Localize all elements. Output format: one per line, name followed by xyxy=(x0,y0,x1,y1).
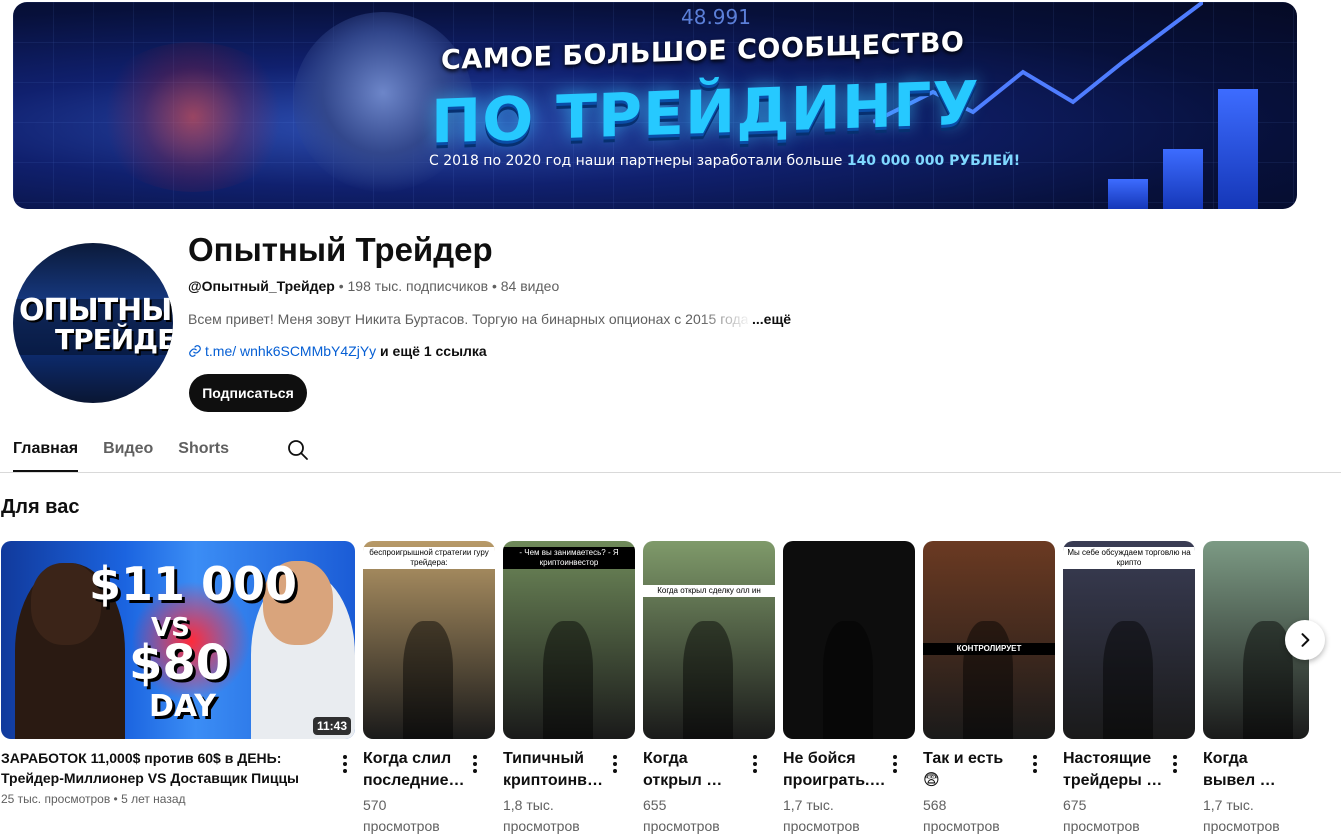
channel-title: Опытный Трейдер xyxy=(188,231,493,268)
banner-subline-text: С 2018 по 2020 год наши партнеры заработ… xyxy=(429,153,843,169)
thumb-text: $11 000 xyxy=(89,557,298,611)
short-views: 1,7 тыс. просмотров xyxy=(783,797,860,834)
banner-glow xyxy=(93,42,293,192)
thumb-text: DAY xyxy=(149,689,216,724)
short-caption: Мы себе обсуждаем торговлю на крипто xyxy=(1063,547,1195,569)
short-figure xyxy=(403,621,453,739)
short-figure xyxy=(963,621,1013,739)
video-title[interactable]: ЗАРАБОТОК 11,000$ против 60$ в ДЕНЬ: Тре… xyxy=(1,748,301,788)
link-icon xyxy=(189,345,201,357)
avatar-text-line2: ТРЕЙДЕР xyxy=(55,323,173,356)
more-actions-icon[interactable] xyxy=(1025,752,1045,776)
channel-meta: @Опытный_Трейдер • 198 тыс. подписчиков … xyxy=(188,278,559,294)
short-caption: Когда открыл сделку олл ин xyxy=(643,585,775,597)
channel-description[interactable]: Всем привет! Меня зовут Никита Буртасов.… xyxy=(188,311,748,327)
banner-bar xyxy=(1218,89,1258,209)
more-actions-icon[interactable] xyxy=(885,752,905,776)
short-views: 675 просмотров xyxy=(1063,797,1140,834)
more-actions-icon[interactable] xyxy=(465,752,485,776)
short-figure xyxy=(1103,621,1153,739)
more-actions-icon[interactable] xyxy=(1165,752,1185,776)
description-fade xyxy=(700,308,752,330)
more-actions-icon[interactable] xyxy=(335,752,355,776)
short-figure xyxy=(543,621,593,739)
tabs-divider xyxy=(0,472,1341,473)
short-views: 1,7 тыс. просмотров xyxy=(1203,797,1280,834)
channel-tabs: Главная Видео Shorts xyxy=(13,436,310,472)
short-views: 568 просмотров xyxy=(923,797,1000,834)
channel-link[interactable]: t.me/ wnhk6SCMMbY4ZjYy xyxy=(205,343,376,359)
chevron-right-icon xyxy=(1301,633,1310,647)
channel-stats: • 198 тыс. подписчиков • 84 видео xyxy=(334,278,560,294)
video-duration: 11:43 xyxy=(312,717,351,735)
tab-home[interactable]: Главная xyxy=(13,436,79,472)
short-figure xyxy=(683,621,733,739)
channel-banner: 48.991 САМОЕ БОЛЬШОЕ СООБЩЕСТВО ПО ТРЕЙД… xyxy=(13,2,1297,209)
short-title[interactable]: Не бойся проиграть.… xyxy=(783,748,886,792)
more-links[interactable]: и ещё 1 ссылка xyxy=(376,343,487,359)
short-title[interactable]: Когда слил последние… xyxy=(363,748,465,792)
more-actions-icon[interactable] xyxy=(745,752,765,776)
section-title: Для вас xyxy=(1,496,80,518)
description-more-link[interactable]: ...ещё xyxy=(752,311,791,327)
banner-number: 48.991 xyxy=(681,5,751,29)
short-views: 1,8 тыс. просмотров xyxy=(503,797,580,834)
short-title[interactable]: Типичный криптоинв… xyxy=(503,748,603,792)
short-title[interactable]: Когда открыл … xyxy=(643,748,743,792)
tab-videos[interactable]: Видео xyxy=(103,436,153,472)
short-thumbnail[interactable]: Мы себе обсуждаем торговлю на крипто xyxy=(1063,541,1195,739)
short-views: 570 просмотров xyxy=(363,797,440,834)
video-thumbnail[interactable]: $11 000 VS $80 DAY 11:43 xyxy=(1,541,355,739)
banner-subline-highlight: 140 000 000 РУБЛЕЙ! xyxy=(846,153,1021,169)
channel-handle: @Опытный_Трейдер xyxy=(188,278,335,294)
more-actions-icon[interactable] xyxy=(605,752,625,776)
search-icon[interactable] xyxy=(286,438,310,467)
short-thumbnail[interactable]: - Чем вы занимаетесь? - Я криптоинвестор xyxy=(503,541,635,739)
banner-bar xyxy=(1108,179,1148,209)
short-title[interactable]: Настоящие трейдеры … xyxy=(1063,748,1163,792)
short-caption: КОНТРОЛИРУЕТ xyxy=(923,643,1055,655)
short-thumbnail[interactable]: беспроигрышной стратегии гуру трейдера: xyxy=(363,541,495,739)
tab-shorts[interactable]: Shorts xyxy=(178,436,229,472)
short-thumbnail[interactable] xyxy=(783,541,915,739)
banner-subline: С 2018 по 2020 год наши партнеры заработ… xyxy=(429,153,1020,169)
short-thumbnail[interactable]: КОНТРОЛИРУЕТ xyxy=(923,541,1055,739)
short-caption: беспроигрышной стратегии гуру трейдера: xyxy=(363,547,495,569)
short-figure xyxy=(823,621,873,739)
channel-links[interactable]: t.me/ wnhk6SCMMbY4ZjYy и ещё 1 ссылка xyxy=(188,343,487,359)
subscribe-button[interactable]: Подписаться xyxy=(189,374,307,412)
next-arrow-button[interactable] xyxy=(1285,620,1325,660)
short-caption: - Чем вы занимаетесь? - Я криптоинвестор xyxy=(503,547,635,569)
short-thumbnail[interactable]: Когда открыл сделку олл ин xyxy=(643,541,775,739)
channel-avatar[interactable]: ОПЫТНЫЙ ТРЕЙДЕР xyxy=(13,243,173,403)
short-views: 655 просмотров xyxy=(643,797,720,834)
short-title[interactable]: Так и есть 😨 xyxy=(923,748,1023,792)
short-title[interactable]: Когда вывел … xyxy=(1203,748,1303,792)
video-stats: 25 тыс. просмотров • 5 лет назад xyxy=(1,792,186,806)
thumb-text: $80 xyxy=(129,635,230,691)
